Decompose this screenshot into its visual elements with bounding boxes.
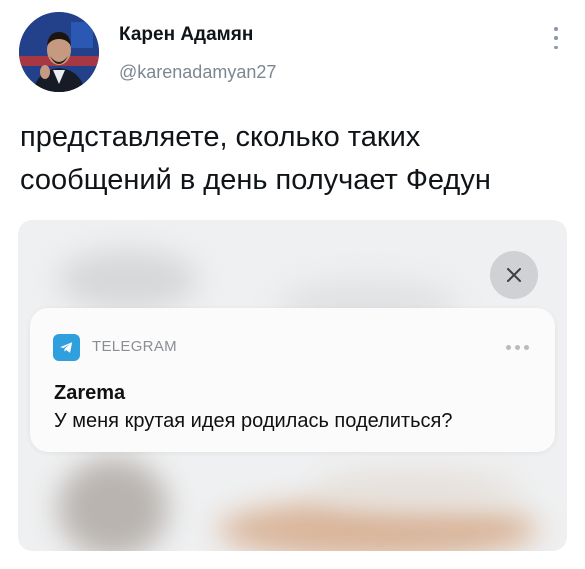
avatar-image [19, 12, 99, 92]
author-handle[interactable]: @karenadamyan27 [119, 62, 276, 83]
tweet-media-image[interactable]: TELEGRAM Zarema У меня крутая идея родил… [18, 220, 567, 551]
tweet-text-line: сообщений в день получает Федун [20, 164, 491, 196]
notification-sender: Zarema [54, 382, 126, 404]
vertical-ellipsis-icon [554, 27, 558, 31]
close-button[interactable] [490, 251, 538, 299]
author-name[interactable]: Карен Адамян [119, 24, 253, 46]
telegram-icon [53, 334, 80, 361]
horizontal-ellipsis-icon [506, 345, 511, 350]
notification-more-button[interactable] [506, 345, 529, 350]
notification-message: У меня крутая идея родилась поделиться? [54, 410, 453, 432]
close-icon [507, 268, 521, 282]
tweet-avatar[interactable] [19, 12, 99, 92]
telegram-notification[interactable]: TELEGRAM Zarema У меня крутая идея родил… [30, 308, 555, 452]
app-name: TELEGRAM [92, 338, 177, 355]
tweet-text-line: представляете, сколько таких [20, 121, 421, 153]
more-options-button[interactable] [546, 27, 566, 49]
tweet-text: представляете, сколько таких сообщений в… [20, 116, 570, 202]
